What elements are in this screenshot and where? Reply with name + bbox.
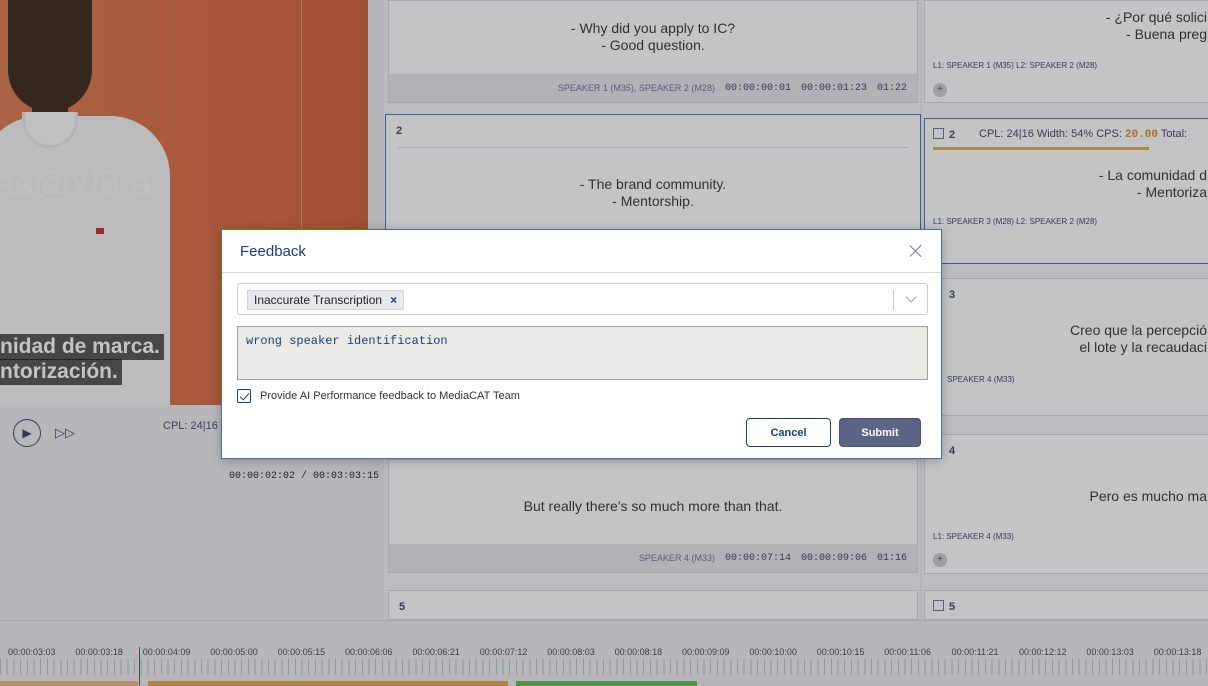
close-icon[interactable] (908, 243, 924, 259)
selected-tag-chip: Inaccurate Transcription × (247, 290, 405, 310)
selected-tag-label: Inaccurate Transcription (254, 293, 383, 307)
ai-feedback-label: Provide AI Performance feedback to Media… (260, 390, 520, 402)
cancel-button[interactable]: Cancel (746, 418, 831, 447)
ai-feedback-checkbox[interactable] (237, 389, 251, 403)
chevron-down-icon[interactable] (906, 293, 916, 303)
ai-feedback-option[interactable]: Provide AI Performance feedback to Media… (237, 389, 520, 403)
remove-tag-button[interactable]: × (390, 293, 397, 307)
modal-header: Feedback (222, 230, 941, 273)
select-separator (893, 290, 894, 310)
feedback-comment-field[interactable]: wrong speaker identification (237, 326, 928, 380)
feedback-category-select[interactable]: Inaccurate Transcription × (237, 283, 928, 315)
modal-title: Feedback (240, 243, 306, 260)
submit-button[interactable]: Submit (839, 418, 921, 447)
feedback-modal: Feedback Inaccurate Transcription × wron… (221, 229, 942, 459)
